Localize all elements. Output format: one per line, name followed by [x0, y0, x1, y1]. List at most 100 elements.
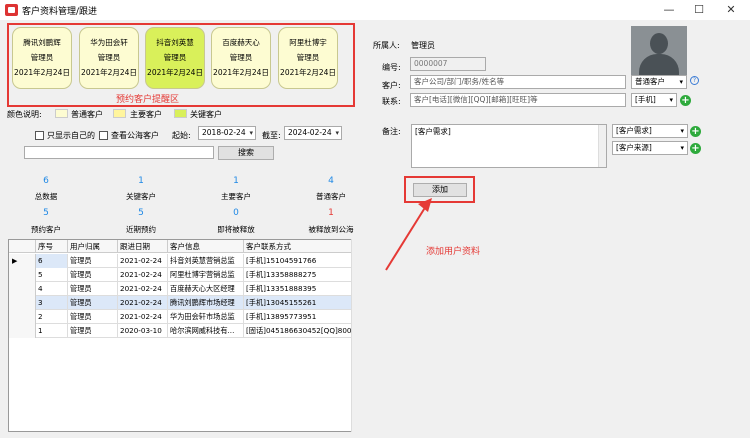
add-need-icon[interactable]: +	[690, 126, 701, 137]
view-public-label: 查看公海客户	[111, 131, 159, 140]
chevron-down-icon: ▾	[680, 127, 684, 135]
add-contact-icon[interactable]: +	[680, 95, 691, 106]
notes-value: [客户需求]	[415, 127, 451, 136]
notes-textarea[interactable]: [客户需求]	[411, 124, 607, 168]
reminder-card[interactable]: 百度赫天心 管理员 2021年2月24日	[211, 27, 271, 89]
legend-label-main: 主要客户	[130, 110, 162, 119]
row-header	[9, 296, 36, 310]
cell-date: 2021-02-24	[118, 254, 168, 268]
card-date: 2021年2月24日	[81, 68, 137, 77]
column-header[interactable]: 序号	[36, 240, 68, 253]
stat-appointment-label: 预约客户	[31, 225, 61, 234]
column-header[interactable]: 用户归属	[68, 240, 118, 253]
help-icon[interactable]: ?	[690, 76, 699, 85]
contact-type-value: [手机]	[635, 95, 656, 104]
end-date-picker[interactable]: 2024-02-24 ▾	[284, 126, 342, 140]
reminder-card[interactable]: 阿里杜博宇 管理员 2021年2月24日	[278, 27, 338, 89]
cell-owner: 管理员	[68, 282, 118, 296]
column-header[interactable]: 跟进日期	[118, 240, 168, 253]
contact-type-select[interactable]: [手机] ▾	[631, 93, 677, 107]
minimize-button[interactable]: —	[654, 0, 684, 20]
legend-title: 颜色说明:	[7, 110, 42, 119]
source-select-value: [客户来源]	[616, 143, 652, 152]
close-button[interactable]: ✕	[716, 0, 746, 20]
legend-swatch-main	[113, 109, 126, 118]
app-logo-icon	[5, 4, 18, 16]
cell-contact: [手机]15104591766	[244, 254, 356, 268]
cell-contact: [手机]13351888395	[244, 282, 356, 296]
cell-owner: 管理员	[68, 254, 118, 268]
table-scrollbar[interactable]	[351, 239, 359, 432]
table-row[interactable]: 5 管理员 2021-02-24 阿里杜博宇营销总监 [手机]133588882…	[9, 268, 356, 282]
stat-released-label: 被释放到公海	[308, 225, 354, 234]
source-select[interactable]: [客户来源] ▾	[612, 141, 688, 155]
table-row[interactable]: 1 管理员 2020-03-10 哈尔滨网威科技有... [固话]0451866…	[9, 324, 356, 338]
stat-soon-released-label: 即将被释放	[217, 225, 255, 234]
card-date: 2021年2月24日	[14, 68, 70, 77]
only-mine-checkbox[interactable]	[35, 131, 44, 140]
notes-label: 备注:	[382, 127, 401, 136]
cell-info: 华为田会轩市场总监	[168, 310, 244, 324]
start-date-label: 起始:	[172, 131, 191, 140]
chevron-down-icon: ▾	[335, 129, 339, 137]
table-row[interactable]: 2 管理员 2021-02-24 华为田会轩市场总监 [手机]138957739…	[9, 310, 356, 324]
id-field: 0000007	[410, 57, 486, 71]
add-source-icon[interactable]: +	[690, 143, 701, 154]
cell-date: 2021-02-24	[118, 268, 168, 282]
search-button[interactable]: 搜索	[218, 146, 274, 160]
cell-contact: [手机]13045155261	[244, 296, 356, 310]
row-selector-icon: ▶	[9, 254, 36, 268]
contact-input[interactable]: 客户[电话][微信][QQ][邮箱][旺旺]等	[410, 93, 626, 107]
cell-date: 2021-02-24	[118, 310, 168, 324]
reminder-card[interactable]: 腾讯刘鹏辉 管理员 2021年2月24日	[12, 27, 72, 89]
cell-seq: 2	[36, 310, 68, 324]
add-note-annotation: 添加用户资料	[426, 247, 481, 257]
card-customer: 华为田会轩	[90, 38, 128, 47]
table-row[interactable]: ▶ 6 管理员 2021-02-24 抖音刘英慧营销总监 [手机]1510459…	[9, 254, 356, 268]
stat-main-label: 主要客户	[221, 192, 251, 201]
cell-owner: 管理员	[68, 296, 118, 310]
view-public-checkbox[interactable]	[99, 131, 108, 140]
stat-normal-value: 4	[328, 176, 334, 186]
notes-scrollbar[interactable]	[598, 125, 606, 167]
customer-input[interactable]: 客户公司/部门/职务/姓名等	[410, 75, 626, 89]
maximize-button[interactable]: ☐	[684, 0, 714, 20]
column-header[interactable]: 客户联系方式	[244, 240, 356, 253]
card-customer: 阿里杜博宇	[289, 38, 327, 47]
cell-seq: 4	[36, 282, 68, 296]
reminder-card[interactable]: 华为田会轩 管理员 2021年2月24日	[79, 27, 139, 89]
need-select[interactable]: [客户需求] ▾	[612, 124, 688, 138]
column-header[interactable]: 客户信息	[168, 240, 244, 253]
table-row[interactable]: 4 管理员 2021-02-24 百度赫天心大区经理 [手机]133518883…	[9, 282, 356, 296]
end-date-value: 2024-02-24	[288, 128, 332, 137]
row-header	[9, 268, 36, 282]
cell-info: 百度赫天心大区经理	[168, 282, 244, 296]
customer-avatar[interactable]	[631, 26, 687, 76]
table-row[interactable]: 3 管理员 2021-02-24 腾讯刘鹏辉市场经理 [手机]130451552…	[9, 296, 356, 310]
cell-seq: 5	[36, 268, 68, 282]
chevron-down-icon: ▾	[249, 129, 253, 137]
id-label: 编号:	[382, 63, 401, 72]
pointer-arrow-icon	[385, 198, 432, 271]
reminder-card[interactable]: 抖音刘英慧 管理员 2021年2月24日	[145, 27, 205, 89]
row-header	[9, 282, 36, 296]
only-mine-label: 只显示自己的	[47, 131, 95, 140]
start-date-picker[interactable]: 2018-02-24 ▾	[198, 126, 256, 140]
customer-table[interactable]: 序号 用户归属 跟进日期 客户信息 客户联系方式 ▶ 6 管理员 2021-02…	[8, 239, 357, 432]
customer-type-select[interactable]: 普通客户 ▾	[631, 75, 687, 89]
card-customer: 腾讯刘鹏辉	[23, 38, 61, 47]
cell-info: 哈尔滨网威科技有...	[168, 324, 244, 338]
customer-type-value: 普通客户	[635, 77, 665, 86]
cell-date: 2021-02-24	[118, 282, 168, 296]
cell-info: 抖音刘英慧营销总监	[168, 254, 244, 268]
legend-label-normal: 普通客户	[71, 110, 103, 119]
card-customer: 百度赫天心	[222, 38, 260, 47]
cell-contact: [手机]13358888275	[244, 268, 356, 282]
legend-swatch-normal	[55, 109, 68, 118]
stat-recent-label: 近期预约	[126, 225, 156, 234]
start-date-value: 2018-02-24	[202, 128, 246, 137]
contact-label: 联系:	[382, 97, 401, 106]
search-input[interactable]	[24, 146, 214, 159]
card-owner: 管理员	[296, 53, 320, 62]
add-button[interactable]: 添加	[413, 183, 467, 197]
